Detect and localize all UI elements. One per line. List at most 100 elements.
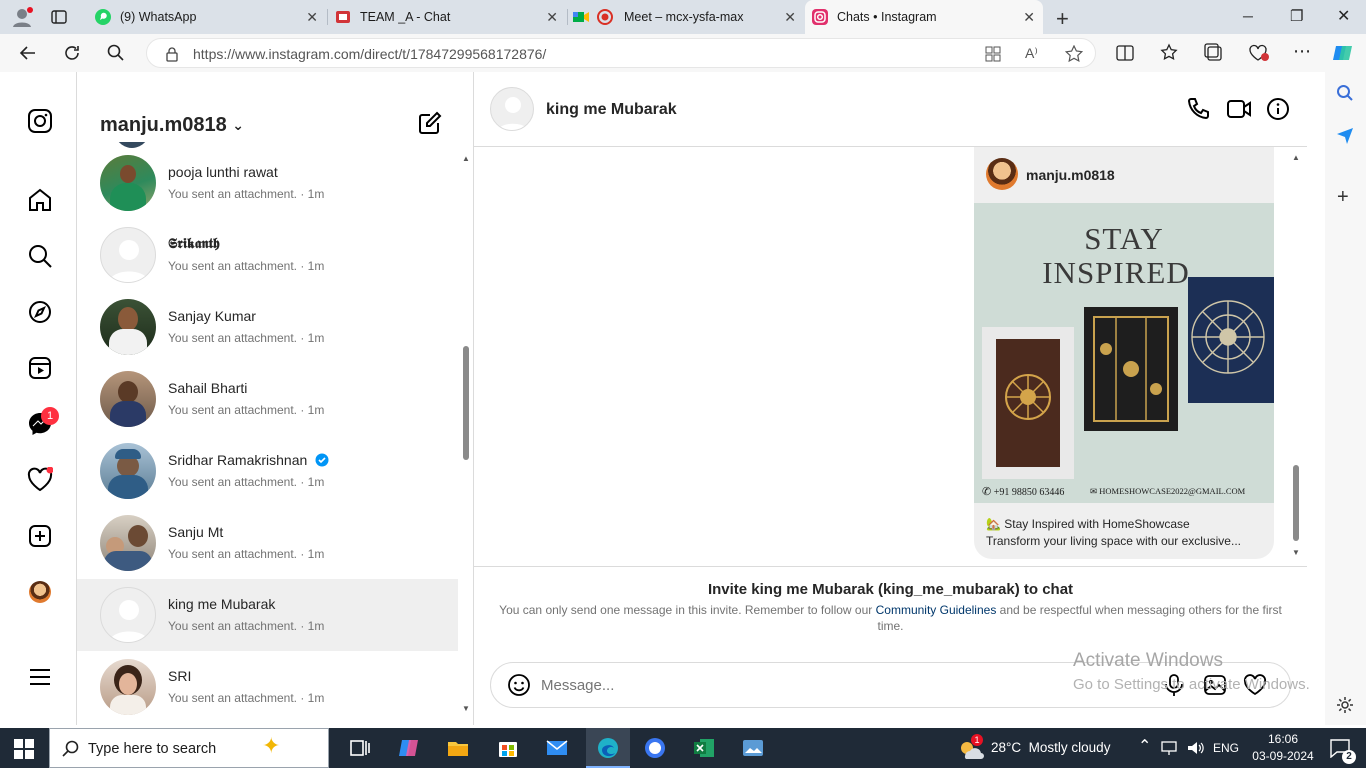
split-screen-icon[interactable] xyxy=(1116,44,1134,62)
instagram-app: 1 manju.m0818 ⌄ pooja lunthi rawat You s… xyxy=(5,72,1325,725)
search-icon[interactable] xyxy=(27,243,53,269)
list-item[interactable]: Sanju Mt You sent an attachment. · 1m xyxy=(77,507,458,579)
tab-actions-icon[interactable] xyxy=(50,8,68,26)
network-icon[interactable] xyxy=(1161,740,1177,756)
app-available-icon[interactable] xyxy=(985,46,1001,62)
conversation-name: Sanju Mt xyxy=(168,524,224,540)
file-explorer-icon[interactable] xyxy=(446,736,470,760)
favorite-star-icon[interactable] xyxy=(1065,45,1083,63)
lock-icon[interactable] xyxy=(165,46,179,62)
invite-body: You can only send one message in this in… xyxy=(494,602,1287,634)
message-thread[interactable]: manju.m0818 STAY INSPIRED ✆ +91 98850 63… xyxy=(474,147,1307,567)
window-close-button[interactable]: ✕ xyxy=(1337,6,1350,26)
shared-post-card[interactable]: manju.m0818 STAY INSPIRED ✆ +91 98850 63… xyxy=(974,147,1274,559)
collections-icon[interactable] xyxy=(1204,43,1224,63)
add-sidebar-app-button[interactable]: + xyxy=(1337,186,1349,209)
scroll-down-arrow[interactable]: ▼ xyxy=(1292,548,1300,557)
post-author-avatar xyxy=(986,158,1018,190)
volume-icon[interactable] xyxy=(1187,740,1205,756)
send-icon[interactable] xyxy=(1336,126,1354,144)
message-input[interactable] xyxy=(541,673,1101,697)
address-bar[interactable]: https://www.instagram.com/direct/t/17847… xyxy=(146,38,1096,68)
contact-name[interactable]: king me Mubarak xyxy=(546,101,677,119)
scrollbar[interactable]: ▲ ▼ xyxy=(461,152,471,713)
taskbar-search-box[interactable]: Type here to search ✦ xyxy=(49,728,329,768)
new-message-icon[interactable] xyxy=(417,110,443,136)
microsoft-store-icon[interactable] xyxy=(496,736,520,760)
restore-button[interactable]: ❐ xyxy=(1290,7,1303,25)
list-item[interactable]: SRI You sent an attachment. · 1m xyxy=(77,651,458,723)
photos-app-icon[interactable] xyxy=(741,736,765,760)
tab-meet[interactable]: Meet – mcx-ysfa-max ✕ xyxy=(568,0,804,34)
search-icon[interactable] xyxy=(1336,84,1354,102)
profile-avatar[interactable] xyxy=(29,581,51,603)
scrollbar-thumb[interactable] xyxy=(463,346,469,460)
scroll-up-arrow[interactable]: ▲ xyxy=(1292,153,1300,162)
list-item[interactable]: Sanjay Kumar You sent an attachment. · 1… xyxy=(77,291,458,363)
copilot-icon[interactable] xyxy=(1332,42,1356,64)
chevron-up-icon[interactable]: ⌃ xyxy=(1138,736,1151,756)
tab-whatsapp[interactable]: (9) WhatsApp ✕ xyxy=(88,0,326,34)
read-aloud-icon[interactable]: A⁾ xyxy=(1025,45,1038,62)
taskbar-edge-active[interactable] xyxy=(586,728,630,768)
refresh-icon[interactable] xyxy=(62,43,82,63)
post-email-text: HOMESHOWCASE2022@GMAIL.COM xyxy=(1099,486,1246,496)
list-item[interactable]: 𝕾𝖗𝖎𝖐𝖆𝖓𝖙𝖍 You sent an attachment. · 1m xyxy=(77,219,458,291)
conversation-list: manju.m0818 ⌄ pooja lunthi rawat You sen… xyxy=(77,72,474,725)
video-call-icon[interactable] xyxy=(1226,97,1252,121)
windows-start-icon[interactable] xyxy=(14,739,34,759)
account-switcher[interactable]: manju.m0818 ⌄ xyxy=(100,114,244,137)
nav-rail: 1 xyxy=(5,72,77,725)
minimize-button[interactable]: ─ xyxy=(1243,8,1253,24)
conversation-scroll[interactable]: pooja lunthi rawat You sent an attachmen… xyxy=(77,142,462,725)
settings-gear-icon[interactable] xyxy=(1336,696,1354,714)
scrollbar-thumb[interactable] xyxy=(1293,465,1299,541)
list-item-selected[interactable]: king me Mubarak You sent an attachment. … xyxy=(77,579,458,651)
back-icon[interactable] xyxy=(18,43,38,63)
contact-avatar[interactable] xyxy=(490,87,534,131)
explore-icon[interactable] xyxy=(27,299,53,325)
close-icon[interactable]: ✕ xyxy=(784,9,796,26)
tab-label: Meet – mcx-ysfa-max xyxy=(624,10,744,24)
phone-call-icon[interactable] xyxy=(1186,97,1210,121)
more-options-icon[interactable]: ⋯ xyxy=(1293,41,1311,62)
invite-notice: Invite king me Mubarak (king_me_mubarak)… xyxy=(474,568,1307,658)
signal-app-icon[interactable] xyxy=(643,736,667,760)
menu-icon[interactable] xyxy=(27,664,53,690)
language-indicator[interactable]: ENG xyxy=(1213,741,1239,755)
avatar xyxy=(100,515,156,571)
favorites-icon[interactable] xyxy=(1160,43,1180,63)
clock-time[interactable]: 16:06 xyxy=(1258,732,1308,746)
avatar xyxy=(100,587,156,643)
close-icon[interactable]: ✕ xyxy=(546,9,558,26)
excel-icon[interactable] xyxy=(692,736,716,760)
home-icon[interactable] xyxy=(27,187,53,213)
browser-essentials-icon[interactable] xyxy=(1248,43,1270,63)
close-icon[interactable]: ✕ xyxy=(306,9,318,26)
list-item[interactable]: pooja lunthi rawat You sent an attachmen… xyxy=(77,147,458,219)
community-guidelines-link[interactable]: Community Guidelines xyxy=(876,603,997,617)
conversation-name: Sridhar Ramakrishnan xyxy=(168,452,329,468)
conversation-preview: You sent an attachment. · 1m xyxy=(168,331,325,345)
notifications-heart-icon[interactable] xyxy=(27,467,53,493)
clock-date[interactable]: 03-09-2024 xyxy=(1248,749,1318,763)
task-view-icon[interactable] xyxy=(348,736,372,760)
list-item[interactable]: Sahail Bharti You sent an attachment. · … xyxy=(77,363,458,435)
search-highlight-icon: ✦ xyxy=(262,733,281,758)
avatar xyxy=(100,371,156,427)
list-item[interactable]: Sridhar Ramakrishnan You sent an attachm… xyxy=(77,435,458,507)
copilot-icon[interactable] xyxy=(398,736,422,760)
weather-text[interactable]: 28°C Mostly cloudy xyxy=(991,740,1110,755)
create-icon[interactable] xyxy=(27,523,53,549)
reels-icon[interactable] xyxy=(27,355,53,381)
emoji-icon[interactable] xyxy=(507,673,531,697)
info-icon[interactable] xyxy=(1266,97,1290,121)
tab-teams[interactable]: TEAM _A - Chat ✕ xyxy=(328,0,566,34)
close-icon[interactable]: ✕ xyxy=(1023,9,1035,26)
search-icon[interactable] xyxy=(106,43,126,63)
instagram-logo-icon[interactable] xyxy=(27,108,53,134)
tab-instagram[interactable]: Chats • Instagram ✕ xyxy=(805,0,1043,34)
mail-icon[interactable] xyxy=(545,736,569,760)
profile-icon[interactable] xyxy=(10,6,34,28)
new-tab-button[interactable]: + xyxy=(1056,6,1069,32)
